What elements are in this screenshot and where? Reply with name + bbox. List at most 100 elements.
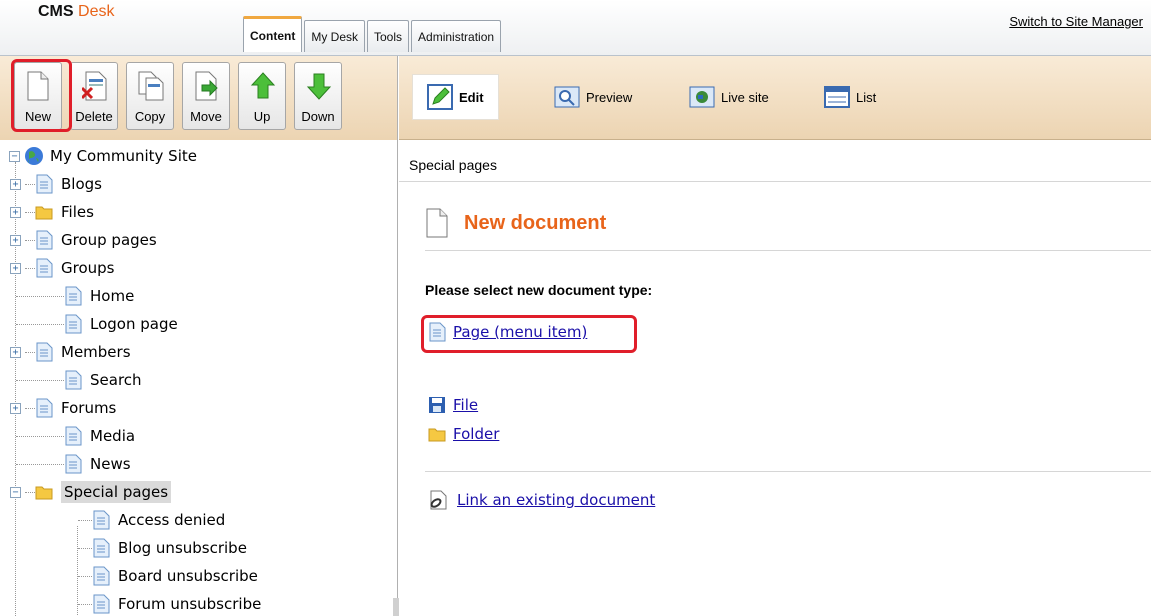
- delete-button[interactable]: Delete: [70, 62, 118, 130]
- tab-tools[interactable]: Tools: [367, 20, 410, 52]
- tree-item-media[interactable]: Media: [16, 422, 135, 450]
- floppy-disk-icon: [429, 397, 445, 413]
- tree-item-label: Files: [61, 203, 94, 221]
- new-document-icon: [426, 208, 448, 238]
- preview-view-label: Preview: [586, 89, 633, 105]
- logo-desk: Desk: [78, 3, 115, 20]
- doc-type-file[interactable]: File: [428, 396, 478, 414]
- tree-item-label: Access denied: [118, 511, 226, 529]
- list-icon: [824, 86, 850, 108]
- page-icon: [93, 538, 110, 558]
- tree-item-groups[interactable]: + Groups: [10, 254, 114, 282]
- tab-my-desk[interactable]: My Desk: [304, 20, 365, 52]
- tree-connector: [16, 295, 64, 297]
- tree-item-group-pages[interactable]: + Group pages: [10, 226, 157, 254]
- link-existing-label: Link an existing document: [457, 491, 656, 509]
- collapse-icon[interactable]: −: [9, 150, 20, 162]
- move-document-icon: [195, 71, 218, 101]
- tree-item-label: Home: [90, 287, 135, 305]
- tree-item-special-pages[interactable]: − Special pages: [10, 478, 172, 506]
- tree-root-my-community-site[interactable]: − My Community Site: [9, 142, 197, 170]
- list-view-label: List: [856, 89, 877, 105]
- tree-item-news[interactable]: News: [16, 450, 131, 478]
- folder-open-icon: [35, 486, 53, 500]
- tree-item-files[interactable]: + Files: [10, 198, 94, 226]
- tree-connector: [78, 603, 92, 605]
- tree-root-label: My Community Site: [50, 147, 197, 165]
- doc-type-prompt: Please select new document type:: [425, 282, 653, 298]
- collapse-icon[interactable]: −: [10, 486, 21, 498]
- tree-child-blog-unsubscribe[interactable]: Blog unsubscribe: [78, 534, 247, 562]
- tree-item-blogs[interactable]: + Blogs: [10, 170, 102, 198]
- copy-button[interactable]: Copy: [126, 62, 174, 130]
- live-site-view-button[interactable]: Live site: [689, 74, 769, 120]
- copy-button-label: Copy: [134, 109, 166, 124]
- page-icon: [93, 510, 110, 530]
- delete-button-label: Delete: [75, 109, 113, 124]
- divider: [425, 250, 1151, 251]
- tree-item-label-selected: Special pages: [61, 481, 172, 503]
- app-logo: CMS Desk: [38, 3, 114, 21]
- new-button-highlight: [11, 59, 72, 132]
- tree-child-access-denied[interactable]: Access denied: [78, 506, 225, 534]
- globe-icon: [689, 86, 715, 108]
- page-icon: [65, 426, 82, 446]
- edit-view-button[interactable]: Edit: [412, 74, 499, 120]
- doc-type-label: Folder: [453, 425, 500, 443]
- page-icon: [65, 454, 82, 474]
- tree-item-label: News: [90, 455, 131, 473]
- page-title: New document: [425, 208, 606, 238]
- main-tabs: Content My Desk Tools Administration: [243, 16, 503, 52]
- tree-connector: [16, 323, 64, 325]
- page-icon: [65, 314, 82, 334]
- tree-item-home[interactable]: Home: [16, 282, 134, 310]
- page-icon: [93, 594, 110, 614]
- tree-connector: [16, 463, 64, 465]
- delete-document-icon: [82, 71, 107, 101]
- edit-view-label: Edit: [459, 89, 484, 105]
- tree-item-label: Board unsubscribe: [118, 567, 258, 585]
- tab-administration[interactable]: Administration: [411, 20, 502, 52]
- content-pane: Special pages New document Please select…: [399, 140, 1151, 616]
- expand-icon[interactable]: +: [10, 178, 21, 190]
- page-icon: [36, 342, 53, 362]
- folder-icon: [35, 206, 53, 220]
- expand-icon[interactable]: +: [10, 402, 21, 414]
- tree-item-label: Forums: [61, 399, 117, 417]
- header-bar: CMS Desk Content My Desk Tools Administr…: [0, 0, 1151, 56]
- down-button[interactable]: Down: [294, 62, 342, 130]
- move-button[interactable]: Move: [182, 62, 230, 130]
- tree-item-forums[interactable]: + Forums: [10, 394, 116, 422]
- edit-icon: [427, 84, 453, 110]
- tree-item-members[interactable]: + Members: [10, 338, 131, 366]
- tree-connector: [25, 491, 35, 493]
- preview-view-button[interactable]: Preview: [554, 74, 632, 120]
- page-icon: [65, 286, 82, 306]
- tree-item-label: Groups: [61, 259, 115, 277]
- expand-icon[interactable]: +: [10, 262, 21, 274]
- tree-item-label: Members: [61, 343, 131, 361]
- expand-icon[interactable]: +: [10, 234, 21, 246]
- list-view-button[interactable]: List: [824, 74, 876, 120]
- link-existing-document[interactable]: Link an existing document: [428, 490, 655, 510]
- move-button-label: Move: [190, 109, 222, 124]
- arrow-down-icon: [306, 73, 332, 100]
- divider: [425, 471, 1151, 472]
- copy-document-icon: [138, 71, 164, 101]
- tab-content[interactable]: Content: [243, 16, 303, 52]
- page-menu-item-highlight: [421, 315, 637, 353]
- tree-item-label: Blog unsubscribe: [118, 539, 247, 557]
- up-button[interactable]: Up: [238, 62, 286, 130]
- doc-type-folder[interactable]: Folder: [428, 425, 499, 443]
- tree-item-logon-page[interactable]: Logon page: [16, 310, 178, 338]
- tree-child-forum-unsubscribe[interactable]: Forum unsubscribe: [78, 590, 261, 616]
- tree-child-board-unsubscribe[interactable]: Board unsubscribe: [78, 562, 258, 590]
- tree-connector: [78, 547, 92, 549]
- expand-icon[interactable]: +: [10, 206, 21, 218]
- live-site-view-label: Live site: [721, 89, 769, 105]
- tree-item-label: Blogs: [61, 175, 102, 193]
- tree-item-search[interactable]: Search: [16, 366, 142, 394]
- tree-item-label: Search: [90, 371, 142, 389]
- switch-to-site-manager-link[interactable]: Switch to Site Manager: [1009, 14, 1143, 29]
- expand-icon[interactable]: +: [10, 346, 21, 358]
